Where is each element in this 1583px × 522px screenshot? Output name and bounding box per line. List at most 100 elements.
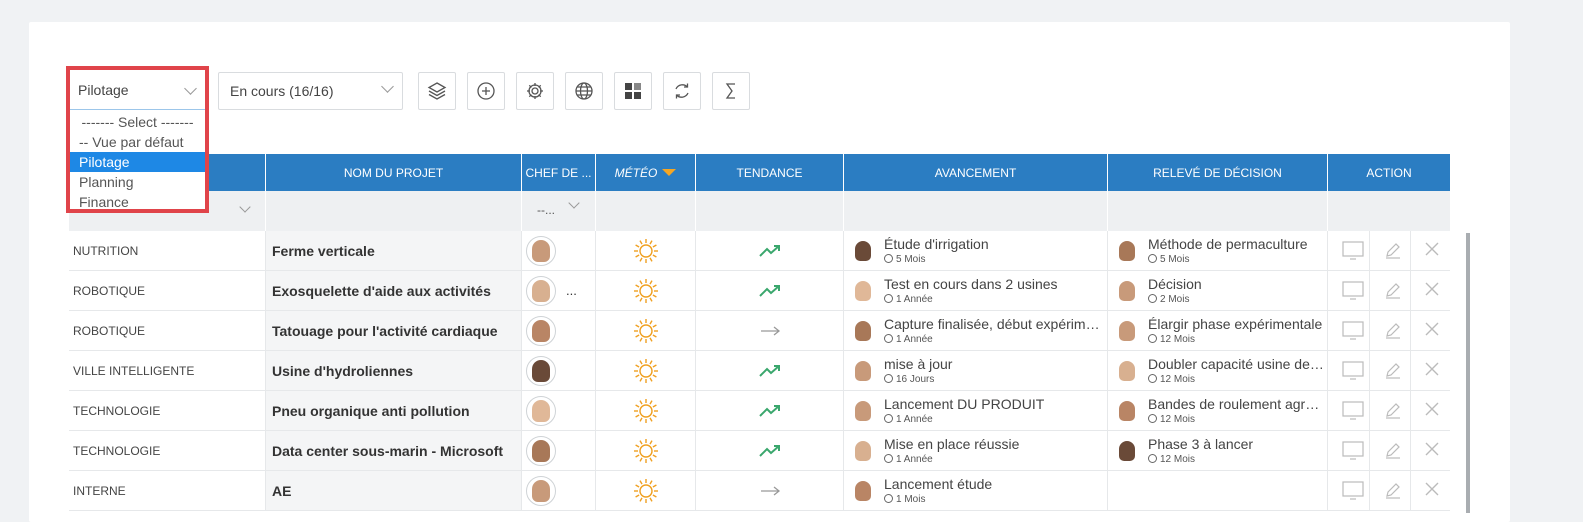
table-row[interactable]: NUTRITION Ferme verticale Étude d'irriga…: [69, 231, 1450, 271]
chevron-down-icon: [239, 201, 251, 213]
table-row[interactable]: VILLE INTELLIGENTE Usine d'hydroliennes …: [69, 351, 1450, 391]
option-planning[interactable]: Planning: [70, 172, 205, 192]
settings-icon: [527, 83, 543, 99]
delete-icon[interactable]: [1424, 441, 1440, 457]
clock-icon: [884, 414, 893, 423]
header-avancement[interactable]: AVANCEMENT: [844, 154, 1108, 191]
table-row[interactable]: ROBOTIQUE Exosquelette d'aide aux activi…: [69, 271, 1450, 311]
meteo-cell: [596, 271, 696, 310]
refresh-button[interactable]: [663, 72, 701, 110]
trend-cell: [696, 311, 844, 350]
monitor-icon[interactable]: [1342, 441, 1364, 461]
vertical-scrollbar[interactable]: [1466, 233, 1470, 513]
delete-icon[interactable]: [1424, 241, 1440, 257]
project-name[interactable]: Exosquelette d'aide aux activités: [266, 271, 522, 310]
layers-button[interactable]: [418, 72, 456, 110]
trend-cell: [696, 391, 844, 430]
filter-chef-value: --...: [537, 203, 555, 217]
releve-age: 5 Mois: [1160, 254, 1190, 265]
avatar[interactable]: [526, 315, 556, 346]
trend-cell: [696, 471, 844, 510]
avatar[interactable]: [526, 355, 556, 386]
avancement-cell[interactable]: Étude d'irrigation 5 Mois: [844, 231, 1108, 270]
avatar[interactable]: [526, 275, 556, 306]
edit-icon[interactable]: [1384, 361, 1402, 379]
releve-cell[interactable]: Méthode de permaculture 5 Mois: [1108, 231, 1328, 270]
monitor-icon[interactable]: [1342, 481, 1364, 501]
project-name[interactable]: AE: [266, 471, 522, 510]
header-chef[interactable]: CHEF DE ...: [522, 154, 596, 191]
delete-icon[interactable]: [1424, 281, 1440, 297]
delete-icon[interactable]: [1424, 321, 1440, 337]
avatar[interactable]: [526, 395, 556, 426]
view-select-open[interactable]: Pilotage ------- Select ------- -- Vue p…: [66, 66, 209, 213]
edit-icon[interactable]: [1384, 321, 1402, 339]
category-cell: VILLE INTELLIGENTE: [69, 351, 266, 390]
header-meteo[interactable]: MÉTÉO: [596, 154, 696, 191]
project-name[interactable]: Pneu organique anti pollution: [266, 391, 522, 430]
table-row[interactable]: TECHNOLOGIE Data center sous-marin - Mic…: [69, 431, 1450, 471]
table-row[interactable]: INTERNE AE Lancement étude 1 Mois: [69, 471, 1450, 511]
project-name[interactable]: Ferme verticale: [266, 231, 522, 270]
option-select-placeholder[interactable]: ------- Select -------: [70, 112, 205, 132]
releve-cell[interactable]: Phase 3 à lancer 12 Mois: [1108, 431, 1328, 470]
filter-project[interactable]: [266, 191, 522, 231]
delete-icon[interactable]: [1424, 401, 1440, 417]
releve-cell[interactable]: [1108, 471, 1328, 510]
option-finance[interactable]: Finance: [70, 192, 205, 212]
delete-icon[interactable]: [1424, 361, 1440, 377]
releve-cell[interactable]: Décision 2 Mois: [1108, 271, 1328, 310]
project-name[interactable]: Usine d'hydroliennes: [266, 351, 522, 390]
releve-cell[interactable]: Bandes de roulement agrées 12 Mois: [1108, 391, 1328, 430]
clock-icon: [1148, 454, 1157, 463]
avancement-age: 1 Année: [896, 294, 933, 305]
globe-button[interactable]: [565, 72, 603, 110]
sum-button[interactable]: [712, 72, 750, 110]
monitor-icon[interactable]: [1342, 241, 1364, 261]
header-releve[interactable]: RELEVÉ DE DÉCISION: [1108, 154, 1328, 191]
monitor-icon[interactable]: [1342, 361, 1364, 381]
avancement-cell[interactable]: Capture finalisée, début expérimentation…: [844, 311, 1108, 350]
avatar: [1114, 278, 1140, 304]
divider: [1410, 431, 1411, 470]
avatar[interactable]: [526, 235, 556, 266]
avancement-cell[interactable]: mise à jour 16 Jours: [844, 351, 1108, 390]
layout-button[interactable]: [614, 72, 652, 110]
trend-cell: [696, 351, 844, 390]
add-button[interactable]: [467, 72, 505, 110]
edit-icon[interactable]: [1384, 401, 1402, 419]
monitor-icon[interactable]: [1342, 281, 1364, 301]
monitor-icon[interactable]: [1342, 401, 1364, 421]
option-pilotage[interactable]: Pilotage: [70, 152, 205, 172]
avatar[interactable]: [526, 435, 556, 466]
trend-flat-icon: [760, 325, 780, 336]
category-cell: TECHNOLOGIE: [69, 431, 266, 470]
edit-icon[interactable]: [1384, 241, 1402, 259]
filter-chef[interactable]: --...: [522, 191, 596, 231]
monitor-icon[interactable]: [1342, 321, 1364, 341]
avancement-cell[interactable]: Test en cours dans 2 usines 1 Année: [844, 271, 1108, 310]
header-project[interactable]: NOM DU PROJET: [266, 154, 522, 191]
avancement-cell[interactable]: Lancement étude 1 Mois: [844, 471, 1108, 510]
meteo-cell: [596, 431, 696, 470]
edit-icon[interactable]: [1384, 481, 1402, 499]
releve-cell[interactable]: Doubler capacité usine de production 12 …: [1108, 351, 1328, 390]
status-select[interactable]: En cours (16/16): [218, 72, 403, 110]
avancement-cell[interactable]: Lancement DU PRODUIT 1 Année: [844, 391, 1108, 430]
view-select[interactable]: Pilotage: [70, 70, 205, 110]
avancement-cell[interactable]: Mise en place réussie 1 Année: [844, 431, 1108, 470]
releve-age: 12 Mois: [1160, 374, 1196, 385]
header-tendance[interactable]: TENDANCE: [696, 154, 844, 191]
delete-icon[interactable]: [1424, 481, 1440, 497]
releve-cell[interactable]: Élargir phase expérimentale 12 Mois: [1108, 311, 1328, 350]
table-row[interactable]: TECHNOLOGIE Pneu organique anti pollutio…: [69, 391, 1450, 431]
settings-button[interactable]: [516, 72, 554, 110]
edit-icon[interactable]: [1384, 281, 1402, 299]
table-row[interactable]: ROBOTIQUE Tatouage pour l'activité cardi…: [69, 311, 1450, 351]
project-name[interactable]: Data center sous-marin - Microsoft: [266, 431, 522, 470]
avatar[interactable]: [526, 475, 556, 506]
option-vue-par-defaut[interactable]: -- Vue par défaut: [70, 132, 205, 152]
edit-icon[interactable]: [1384, 441, 1402, 459]
project-name[interactable]: Tatouage pour l'activité cardiaque: [266, 311, 522, 350]
header-action[interactable]: ACTION: [1328, 154, 1450, 191]
